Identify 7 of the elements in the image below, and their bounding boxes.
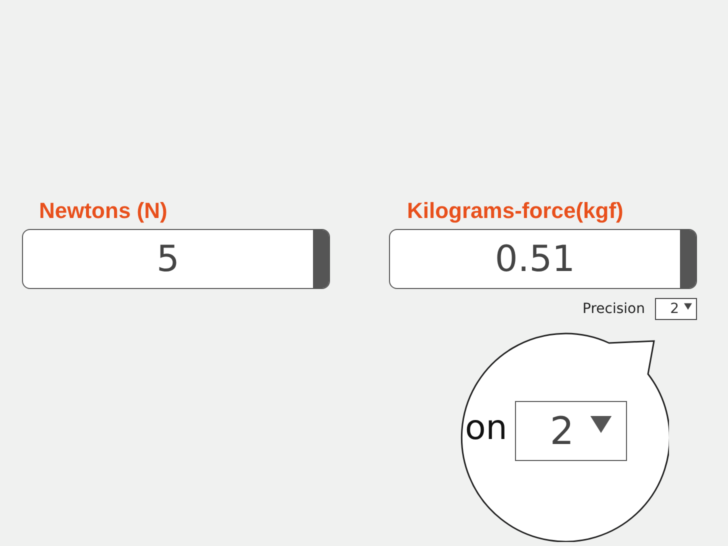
precision-dropdown[interactable]: 2 [655, 298, 697, 320]
magnified-label: on [465, 408, 508, 448]
precision-label: Precision [582, 301, 645, 317]
value-field[interactable]: 0.51 [389, 229, 697, 289]
unit-label: Kilograms-force(kgf) [406, 197, 624, 225]
value-field[interactable]: 5 [22, 229, 330, 289]
unit-label: Newtons (N) [38, 197, 168, 225]
